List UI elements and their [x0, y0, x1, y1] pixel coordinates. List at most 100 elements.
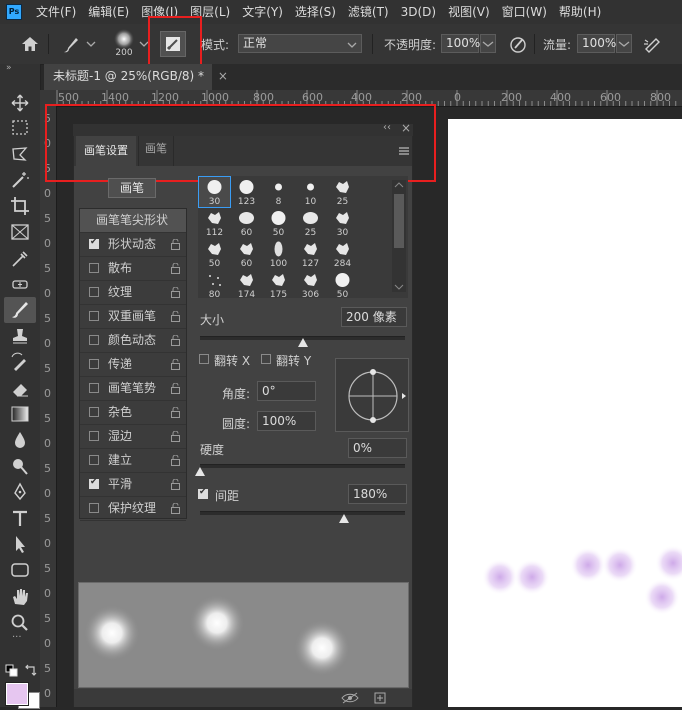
brush-tool-active[interactable] — [4, 297, 36, 323]
brush-option-row[interactable]: 颜色动态 — [80, 329, 186, 353]
lock-icon[interactable] — [171, 263, 180, 274]
brush-preset[interactable]: 8 — [263, 177, 294, 207]
hardness-input[interactable]: 0% — [348, 438, 407, 458]
lock-icon[interactable] — [171, 335, 180, 346]
document-tab[interactable]: 未标题-1 @ 25%(RGB/8) * × — [44, 64, 228, 90]
angle-input[interactable]: 0° — [257, 381, 316, 401]
move-tool-icon[interactable] — [8, 92, 32, 114]
eyedropper-icon[interactable] — [8, 247, 32, 269]
brush-preset[interactable]: 175 — [263, 270, 294, 298]
brush-preset[interactable]: 50 — [327, 270, 358, 298]
dodge-tool-icon[interactable] — [8, 455, 32, 477]
flow-dropdown[interactable] — [616, 34, 632, 53]
brush-option-row[interactable]: 保护纹理 — [80, 497, 186, 521]
home-icon[interactable] — [20, 34, 40, 54]
scrollbar-thumb[interactable] — [394, 194, 404, 248]
brush-preset[interactable]: 50 — [199, 239, 230, 269]
crop-tool-icon[interactable] — [8, 195, 32, 217]
brush-option-checkbox[interactable] — [89, 477, 99, 489]
flip-y-checkbox[interactable] — [261, 354, 271, 364]
clone-stamp-icon[interactable] — [8, 325, 32, 347]
spacing-slider-thumb[interactable] — [338, 514, 349, 523]
brush-option-checkbox[interactable] — [89, 383, 99, 393]
roundness-input[interactable]: 100% — [257, 411, 316, 431]
lock-icon[interactable] — [171, 431, 180, 442]
brush-option-row[interactable]: 平滑 — [80, 473, 186, 497]
brush-option-checkbox[interactable] — [89, 287, 99, 297]
spacing-slider-track[interactable] — [200, 511, 405, 515]
menu-filter[interactable]: 滤镜(T) — [348, 0, 389, 24]
lock-icon[interactable] — [171, 383, 180, 394]
brush-preset[interactable]: 25 — [327, 177, 358, 207]
path-selection-icon[interactable] — [8, 533, 32, 555]
lock-icon[interactable] — [171, 359, 180, 370]
angle-roundness-widget[interactable] — [335, 358, 409, 432]
menu-type[interactable]: 文字(Y) — [242, 0, 283, 24]
flip-x-checkbox[interactable] — [199, 354, 209, 364]
blur-tool-icon[interactable] — [8, 429, 32, 451]
brush-option-checkbox[interactable] — [89, 263, 99, 273]
brush-preset[interactable]: 306 — [295, 270, 326, 298]
lock-icon[interactable] — [171, 407, 180, 418]
close-tab-icon[interactable]: × — [218, 69, 228, 83]
brush-option-checkbox[interactable] — [89, 359, 99, 369]
brush-tool-preset-icon[interactable] — [60, 34, 82, 56]
brush-preset[interactable]: 50 — [263, 208, 294, 238]
swap-colors-icon[interactable] — [23, 664, 37, 678]
eraser-icon[interactable] — [8, 377, 32, 399]
frame-tool-icon[interactable] — [8, 221, 32, 243]
brush-option-checkbox[interactable] — [89, 335, 99, 345]
menu-edit[interactable]: 编辑(E) — [88, 0, 129, 24]
brush-preset[interactable]: 174 — [231, 270, 262, 298]
brush-option-checkbox[interactable] — [89, 431, 99, 441]
foreground-color-swatch[interactable] — [6, 683, 28, 705]
flow-input[interactable]: 100% — [577, 34, 616, 53]
hardness-slider-thumb[interactable] — [195, 467, 205, 476]
toggle-preview-icon[interactable] — [340, 692, 360, 704]
opacity-dropdown[interactable] — [480, 34, 496, 53]
more-tools-icon[interactable]: ··· — [12, 633, 28, 643]
brushes-button[interactable]: 画笔 — [108, 178, 156, 198]
size-input[interactable]: 200 像素 — [341, 307, 407, 327]
brush-preset[interactable]: 123 — [231, 177, 262, 207]
brush-preset[interactable]: 30 — [198, 176, 231, 208]
lock-icon[interactable] — [171, 311, 180, 322]
spacing-input[interactable]: 180% — [348, 484, 407, 504]
brush-option-row[interactable]: 散布 — [80, 257, 186, 281]
brush-option-checkbox[interactable] — [89, 455, 99, 465]
history-brush-icon[interactable] — [8, 351, 32, 373]
menu-3d[interactable]: 3D(D) — [401, 0, 436, 24]
menu-file[interactable]: 文件(F) — [36, 0, 76, 24]
mode-select[interactable]: 正常 — [238, 34, 362, 53]
pressure-opacity-icon[interactable] — [508, 34, 528, 54]
brush-option-row[interactable]: 画笔笔势 — [80, 377, 186, 401]
lock-icon[interactable] — [171, 479, 180, 490]
rectangle-tool-icon[interactable] — [8, 559, 32, 581]
pen-tool-icon[interactable] — [8, 481, 32, 503]
lasso-tool-icon[interactable] — [8, 143, 32, 165]
brush-preset[interactable]: 100 — [263, 239, 294, 269]
brush-option-row[interactable]: 双重画笔 — [80, 305, 186, 329]
brush-preset[interactable]: 10 — [295, 177, 326, 207]
type-tool-icon[interactable] — [8, 507, 32, 529]
brush-preset[interactable]: 127 — [295, 239, 326, 269]
rectangular-marquee-icon[interactable] — [8, 117, 32, 139]
hand-tool-icon[interactable] — [8, 585, 32, 607]
lock-icon[interactable] — [171, 287, 180, 298]
menu-view[interactable]: 视图(V) — [448, 0, 490, 24]
magic-wand-icon[interactable] — [8, 169, 32, 191]
brush-option-row[interactable]: 形状动态 — [80, 233, 186, 257]
brush-preset[interactable]: 60 — [231, 208, 262, 238]
size-slider-thumb[interactable] — [297, 338, 308, 347]
menu-select[interactable]: 选择(S) — [295, 0, 336, 24]
menu-window[interactable]: 窗口(W) — [502, 0, 547, 24]
opacity-input[interactable]: 100% — [441, 34, 480, 53]
zoom-tool-icon[interactable] — [8, 611, 32, 633]
brush-preset[interactable]: 30 — [327, 208, 358, 238]
menu-help[interactable]: 帮助(H) — [559, 0, 601, 24]
new-brush-icon[interactable] — [374, 692, 386, 704]
brush-option-row[interactable]: 建立 — [80, 449, 186, 473]
collapse-toolbar-icon[interactable]: » — [6, 64, 20, 73]
hardness-slider-track[interactable] — [200, 464, 405, 468]
brush-option-row[interactable]: 湿边 — [80, 425, 186, 449]
